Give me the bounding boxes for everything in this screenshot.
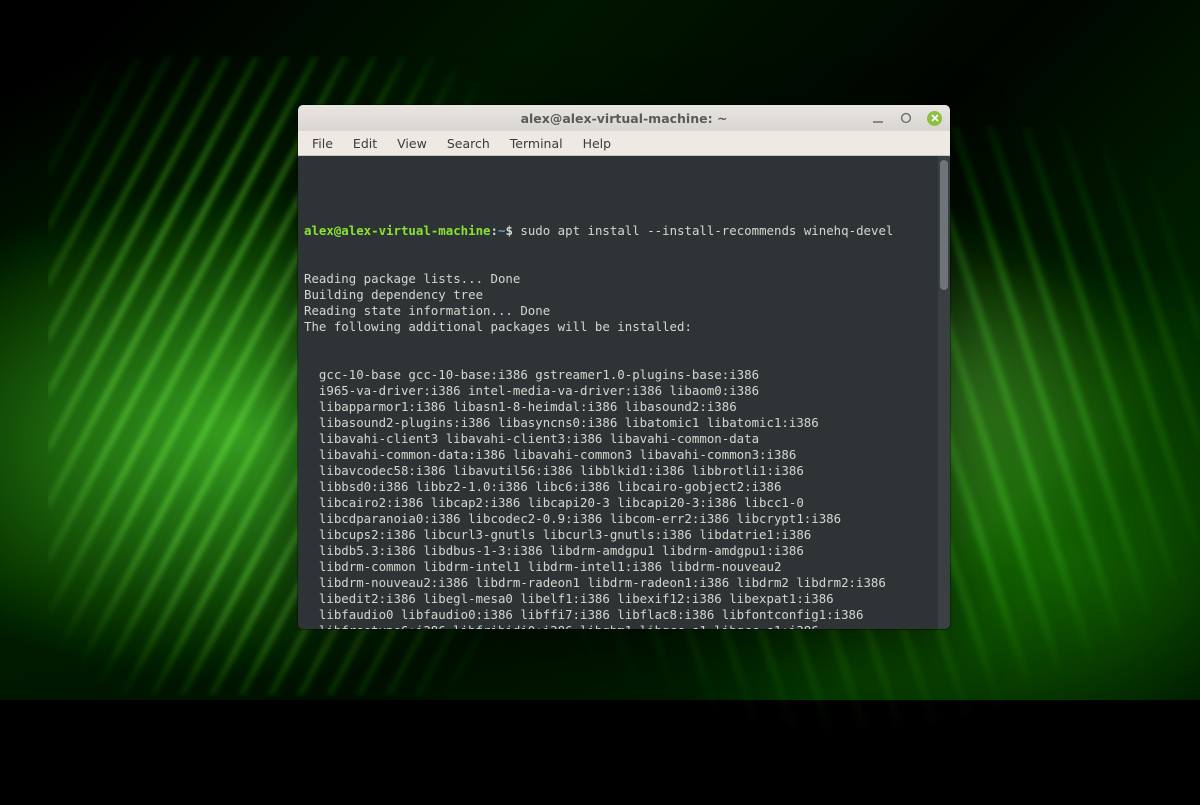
menubar: File Edit View Search Terminal Help (298, 131, 950, 156)
scrollbar-track[interactable] (938, 156, 950, 629)
package-list-line: libapparmor1:i386 libasn1-8-heimdal:i386… (304, 399, 944, 415)
package-list-line: libcairo2:i386 libcap2:i386 libcapi20-3 … (304, 495, 944, 511)
package-list-line: i965-va-driver:i386 intel-media-va-drive… (304, 383, 944, 399)
window-titlebar[interactable]: alex@alex-virtual-machine: ~ (298, 105, 950, 131)
package-list-line: libfaudio0 libfaudio0:i386 libffi7:i386 … (304, 607, 944, 623)
package-list-line: libcups2:i386 libcurl3-gnutls libcurl3-g… (304, 527, 944, 543)
prompt-dollar: $ (505, 223, 512, 238)
window-title: alex@alex-virtual-machine: ~ (298, 111, 950, 126)
package-list-line: libavcodec58:i386 libavutil56:i386 libbl… (304, 463, 944, 479)
package-list-line: libavahi-client3 libavahi-client3:i386 l… (304, 431, 944, 447)
output-line: Reading package lists... Done (304, 271, 944, 287)
package-list-line: libedit2:i386 libegl-mesa0 libelf1:i386 … (304, 591, 944, 607)
minimize-button[interactable] (871, 111, 885, 125)
menu-terminal[interactable]: Terminal (502, 134, 571, 153)
scrollbar-thumb[interactable] (940, 160, 948, 290)
output-line: Reading state information... Done (304, 303, 944, 319)
terminal-content: alex@alex-virtual-machine:~$ sudo apt in… (304, 191, 944, 629)
menu-file[interactable]: File (304, 134, 341, 153)
output-line: Building dependency tree (304, 287, 944, 303)
terminal-viewport[interactable]: alex@alex-virtual-machine:~$ sudo apt in… (298, 156, 950, 629)
menu-edit[interactable]: Edit (345, 134, 385, 153)
menu-view[interactable]: View (389, 134, 435, 153)
menu-search[interactable]: Search (439, 134, 498, 153)
menu-help[interactable]: Help (575, 134, 620, 153)
package-list-line: gcc-10-base gcc-10-base:i386 gstreamer1.… (304, 367, 944, 383)
package-list-line: libasound2-plugins:i386 libasyncns0:i386… (304, 415, 944, 431)
terminal-window: alex@alex-virtual-machine: ~ File Edit V… (298, 105, 950, 629)
package-list-line: libdrm-common libdrm-intel1 libdrm-intel… (304, 559, 944, 575)
package-list-line: libfreetype6:i386 libfribidi0:i386 libgb… (304, 623, 944, 629)
close-button[interactable] (927, 111, 942, 126)
package-list-line: libdrm-nouveau2:i386 libdrm-radeon1 libd… (304, 575, 944, 591)
prompt-user-host: alex@alex-virtual-machine (304, 223, 491, 238)
package-list-line: libcdparanoia0:i386 libcodec2-0.9:i386 l… (304, 511, 944, 527)
window-controls (871, 111, 942, 126)
output-line: The following additional packages will b… (304, 319, 944, 335)
maximize-button[interactable] (899, 111, 913, 125)
prompt-line: alex@alex-virtual-machine:~$ sudo apt in… (304, 223, 944, 239)
package-list-line: libbsd0:i386 libbz2-1.0:i386 libc6:i386 … (304, 479, 944, 495)
package-list-line: libdb5.3:i386 libdbus-1-3:i386 libdrm-am… (304, 543, 944, 559)
command-text: sudo apt install --install-recommends wi… (520, 223, 893, 238)
prompt-colon: : (491, 223, 498, 238)
package-list-line: libavahi-common-data:i386 libavahi-commo… (304, 447, 944, 463)
